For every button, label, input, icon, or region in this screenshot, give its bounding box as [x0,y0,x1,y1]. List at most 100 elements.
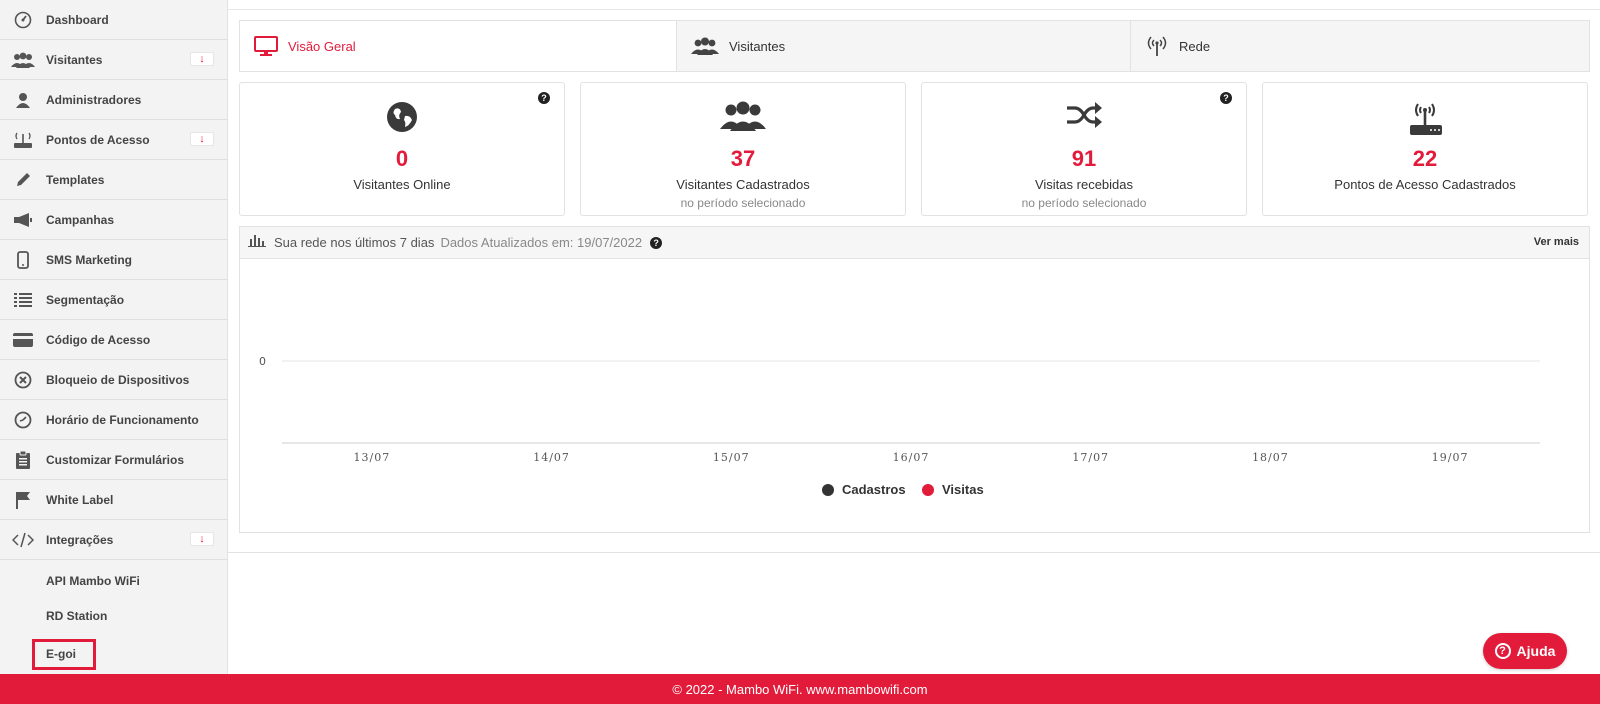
help-button[interactable]: ? Ajuda [1483,633,1567,669]
expand-arrow-icon[interactable]: ↓ [190,132,214,146]
card-icon [0,332,46,347]
tab-bar: Visão Geral Visitantes Rede [239,20,1590,72]
user-icon [0,92,46,108]
expand-arrow-icon[interactable]: ↓ [190,52,214,66]
sidebar-item-label: Código de Acesso [46,332,151,347]
sidebar-item-administradores[interactable]: Administradores [0,80,228,120]
card-value: 0 [395,146,409,171]
card-value: 37 [730,146,756,171]
card-sublabel: no período selecionado [680,196,806,210]
sidebar-item-integracoes[interactable]: Integrações ↓ [0,520,228,560]
clock-icon [0,411,46,429]
router-icon [1263,101,1587,137]
flag-icon [0,491,46,509]
shuffle-icon [922,101,1246,129]
bar-chart-icon [248,233,266,252]
legend-marker [922,484,934,496]
chart-updated: Dados Atualizados em: 19/07/2022 [440,235,643,250]
sidebar-item-customizar[interactable]: Customizar Formulários [0,440,228,480]
monitor-icon [254,36,278,56]
help-button-label: Ajuda [1516,643,1556,659]
phone-icon [0,250,46,269]
sidebar-item-sms-marketing[interactable]: SMS Marketing [0,240,228,280]
x-tick-label: 18/07 [1252,451,1289,464]
card-value: 91 [1071,146,1097,171]
card-label: Visitantes Cadastrados [676,177,810,192]
sidebar-item-label: Visitantes [46,52,103,67]
network-chart-panel: Sua rede nos últimos 7 dias Dados Atuali… [239,226,1590,533]
clipboard-icon [0,450,46,469]
speedometer-icon [0,11,46,29]
users-icon [581,101,905,131]
app: Dashboard Visitantes ↓ Administradores P… [0,0,1600,704]
main-content: Visão Geral Visitantes Rede ? 0 Visitant… [228,0,1600,674]
sidebar-item-visitantes[interactable]: Visitantes ↓ [0,40,228,80]
footer-text: © 2022 - Mambo WiFi. www.mambowifi.com [672,681,928,697]
expand-arrow-icon[interactable]: ↓ [190,532,214,546]
question-circle-icon: ? [1494,643,1511,659]
top-divider [228,0,1600,10]
tab-label: Rede [1179,38,1211,54]
globe-icon [240,101,564,133]
megaphone-icon [0,212,46,228]
legend-label: Cadastros [842,482,906,497]
sidebar-item-dashboard[interactable]: Dashboard [0,0,228,40]
sidebar-item-segmentacao[interactable]: Segmentação [0,280,228,320]
legend-marker [822,484,834,496]
y-tick-label: 0 [259,355,266,368]
sidebar-item-label: Templates [46,172,105,187]
card-value: 22 [1412,146,1438,171]
x-tick-label: 13/07 [354,451,391,464]
tab-rede[interactable]: Rede [1130,21,1589,71]
sidebar-item-label: Bloqueio de Dispositivos [46,372,190,387]
legend-label: Visitas [942,482,984,497]
sidebar-item-bloqueio[interactable]: Bloqueio de Dispositivos [0,360,228,400]
card-pontos-de-acesso: 22 Pontos de Acesso Cadastrados [1262,82,1588,216]
tab-label: Visão Geral [288,38,356,54]
users-icon [0,52,46,68]
x-tick-label: 15/07 [713,451,750,464]
x-tick-label: 19/07 [1432,451,1469,464]
tab-visitantes[interactable]: Visitantes [676,21,1130,71]
line-chart: 0 13/07 14/07 15/07 16/07 17/07 18/07 19/07 Cada… [259,355,1540,497]
card-visitantes-online: ? 0 Visitantes Online [239,82,565,216]
chart-header: Sua rede nos últimos 7 dias Dados Atuali… [240,227,1589,259]
highlight-box [32,639,96,670]
block-icon [0,371,46,389]
router-icon [0,131,46,149]
sidebar-item-pontos-de-acesso[interactable]: Pontos de Acesso ↓ [0,120,228,160]
sidebar-item-label: Horário de Funcionamento [46,412,199,427]
card-label: Pontos de Acesso Cadastrados [1334,177,1516,192]
sidebar-item-label: Pontos de Acesso [46,132,150,147]
content-divider [228,552,1600,553]
x-tick-label: 17/07 [1072,451,1109,464]
sidebar-subitem-api-mambo[interactable]: API Mambo WiFi [0,563,228,599]
x-tick-label: 14/07 [533,451,570,464]
card-sublabel: no período selecionado [1021,196,1147,210]
card-label: Visitas recebidas [1034,177,1134,192]
sidebar-subitem-rd-station[interactable]: RD Station [0,598,228,634]
users-icon [691,37,719,55]
sidebar-item-templates[interactable]: Templates [0,160,228,200]
help-icon[interactable]: ? [650,236,663,249]
pencil-icon [0,172,46,188]
card-visitantes-cadastrados: 37 Visitantes Cadastrados no período sel… [580,82,906,216]
sidebar-item-label: Campanhas [46,212,115,227]
card-label: Visitantes Online [353,177,451,192]
x-tick-label: 16/07 [893,451,930,464]
sidebar-item-label: Dashboard [46,12,109,27]
ver-mais-link[interactable]: Ver mais [1534,236,1579,248]
sidebar-item-white-label[interactable]: White Label [0,480,228,520]
signal-icon [1145,35,1169,57]
tab-label: Visitantes [729,38,786,54]
sidebar-item-horario[interactable]: Horário de Funcionamento [0,400,228,440]
sidebar-item-label: Segmentação [46,292,125,307]
sidebar-item-campanhas[interactable]: Campanhas [0,200,228,240]
tab-visao-geral[interactable]: Visão Geral [240,21,676,71]
chart-title: Sua rede nos últimos 7 dias [274,235,435,250]
sidebar-item-label: White Label [46,492,114,507]
sidebar-item-codigo-de-acesso[interactable]: Código de Acesso [0,320,228,360]
footer: © 2022 - Mambo WiFi. www.mambowifi.com [0,674,1600,704]
sidebar-item-label: SMS Marketing [46,252,133,267]
sidebar-item-label: Integrações [46,532,114,547]
